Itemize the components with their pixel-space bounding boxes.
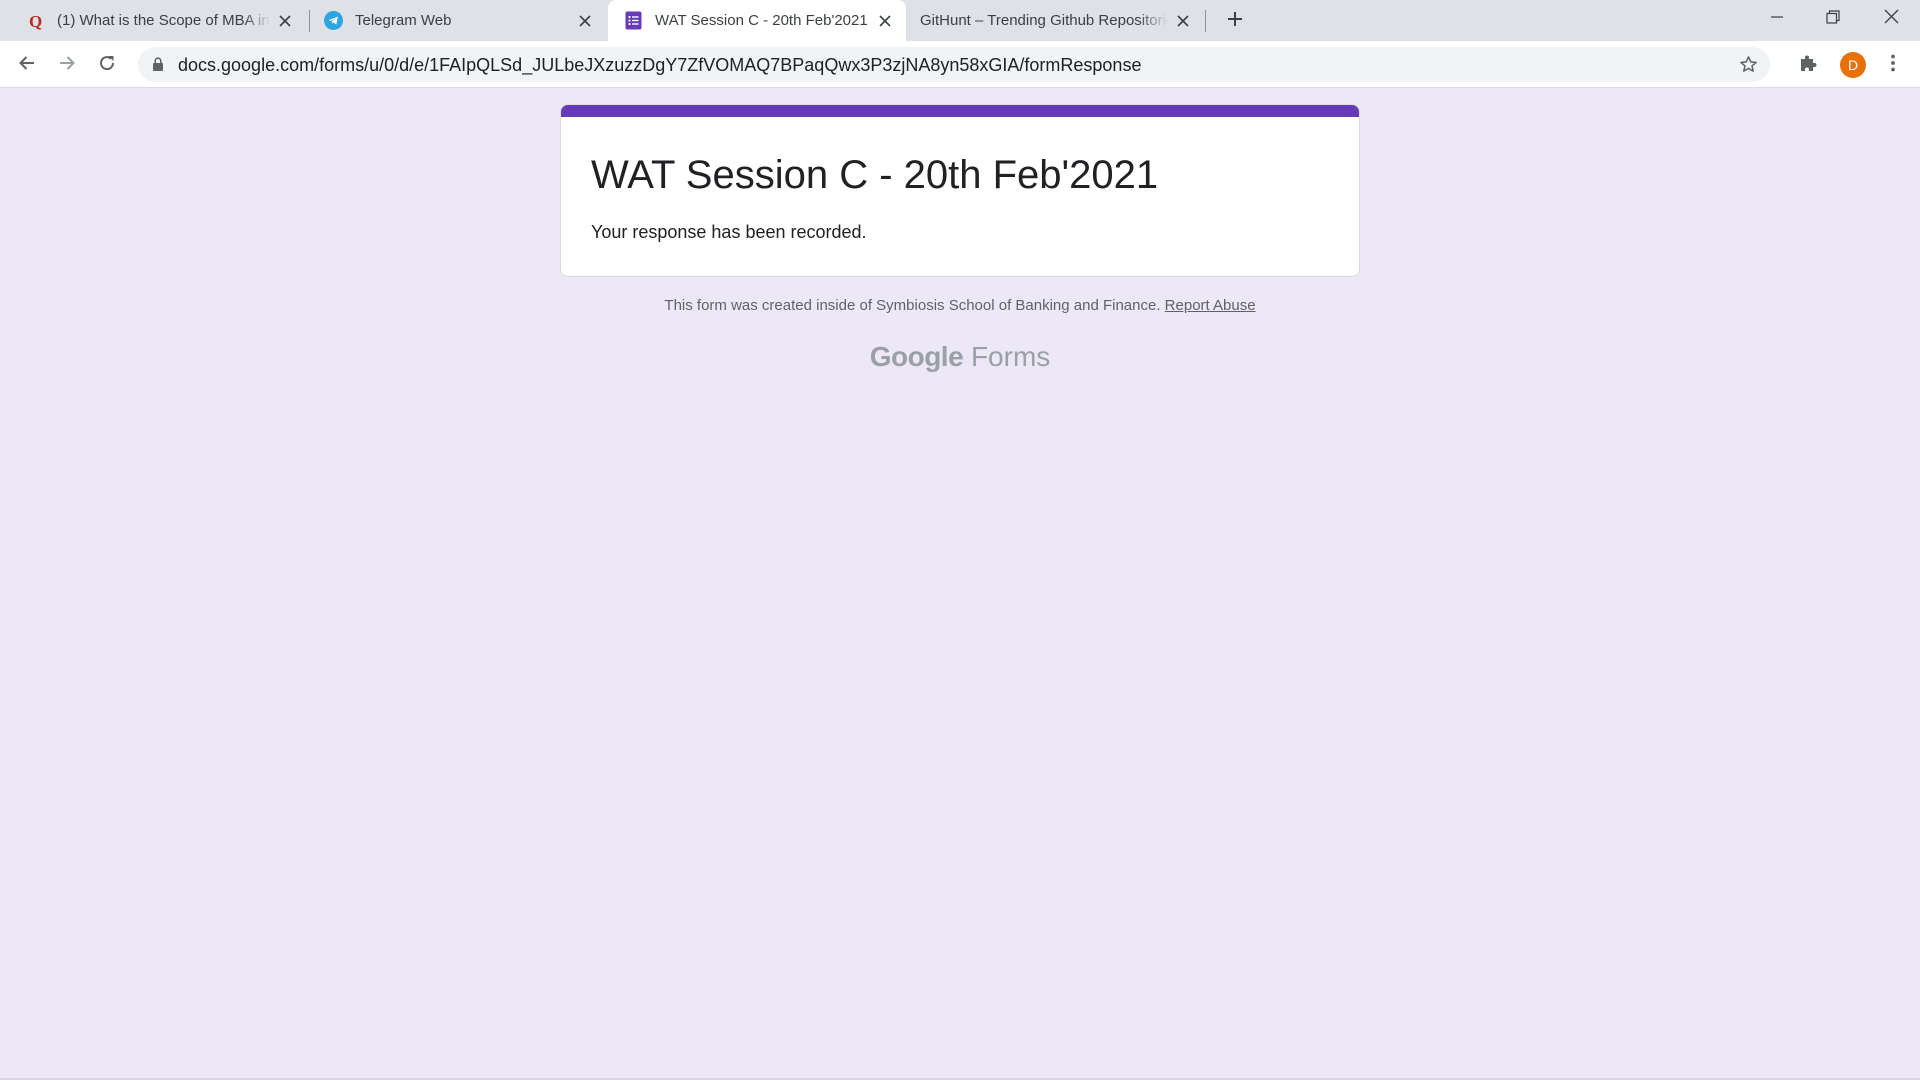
tab-separator — [1205, 10, 1206, 32]
extensions-button[interactable] — [1797, 54, 1819, 76]
close-icon[interactable] — [576, 12, 594, 30]
forward-button[interactable] — [52, 50, 82, 80]
restore-button[interactable] — [1804, 0, 1862, 38]
brand-forms: Forms — [970, 341, 1051, 372]
browser-toolbar: docs.google.com/forms/u/0/d/e/1FAIpQLSd_… — [0, 41, 1920, 88]
form-title: WAT Session C - 20th Feb'2021 — [591, 153, 1159, 197]
response-recorded-message: Your response has been recorded. — [591, 222, 867, 242]
reload-icon — [98, 54, 116, 77]
quora-icon: Q — [26, 11, 45, 30]
arrow-right-icon — [58, 54, 76, 77]
arrow-left-icon — [18, 54, 36, 77]
plus-icon — [1227, 11, 1243, 32]
browser-menu-button[interactable] — [1882, 54, 1904, 76]
svg-text:Q: Q — [29, 12, 42, 30]
tab-title: GitHunt – Trending Github Repositories — [920, 12, 1168, 29]
close-icon — [1884, 9, 1899, 29]
tab-telegram[interactable]: Telegram Web — [310, 0, 606, 41]
form-footer-note: This form was created inside of Symbiosi… — [560, 297, 1360, 314]
new-tab-button[interactable] — [1221, 7, 1249, 35]
google-forms-logo[interactable]: Google Forms — [560, 341, 1360, 373]
url-text[interactable]: docs.google.com/forms/u/0/d/e/1FAIpQLSd_… — [178, 55, 1141, 76]
bookmark-star-icon[interactable] — [1738, 54, 1758, 74]
profile-avatar[interactable]: D — [1840, 52, 1866, 78]
address-bar[interactable]: docs.google.com/forms/u/0/d/e/1FAIpQLSd_… — [138, 47, 1770, 82]
minimize-button[interactable] — [1748, 0, 1806, 38]
tab-title: (1) What is the Scope of MBA in India — [57, 12, 270, 29]
tab-google-forms[interactable]: WAT Session C - 20th Feb'2021 — [608, 0, 906, 41]
lock-icon[interactable] — [150, 56, 166, 72]
minimize-icon — [1770, 10, 1784, 29]
restore-icon — [1826, 9, 1840, 29]
telegram-icon — [324, 11, 343, 30]
form-accent-bar — [561, 105, 1359, 117]
more-vertical-icon — [1890, 53, 1896, 78]
puzzle-icon — [1798, 53, 1818, 78]
close-icon[interactable] — [276, 12, 294, 30]
google-forms-icon — [624, 11, 643, 30]
close-window-button[interactable] — [1862, 0, 1920, 38]
tab-strip: Q (1) What is the Scope of MBA in India … — [0, 0, 1920, 41]
tab-title: Telegram Web — [355, 12, 452, 29]
report-abuse-link[interactable]: Report Abuse — [1165, 297, 1256, 314]
footer-note-text: This form was created inside of Symbiosi… — [664, 297, 1161, 314]
tab-title: WAT Session C - 20th Feb'2021 — [655, 12, 868, 29]
close-icon[interactable] — [1174, 12, 1192, 30]
avatar-initial: D — [1847, 57, 1859, 73]
reload-button[interactable] — [92, 50, 122, 80]
tab-githunt[interactable]: GitHunt – Trending Github Repositories — [906, 0, 1204, 41]
close-icon[interactable] — [876, 12, 894, 30]
brand-google: Google — [869, 341, 964, 372]
form-response-card: WAT Session C - 20th Feb'2021 Your respo… — [560, 104, 1360, 277]
back-button[interactable] — [12, 50, 42, 80]
tab-quora[interactable]: Q (1) What is the Scope of MBA in India — [0, 0, 306, 41]
